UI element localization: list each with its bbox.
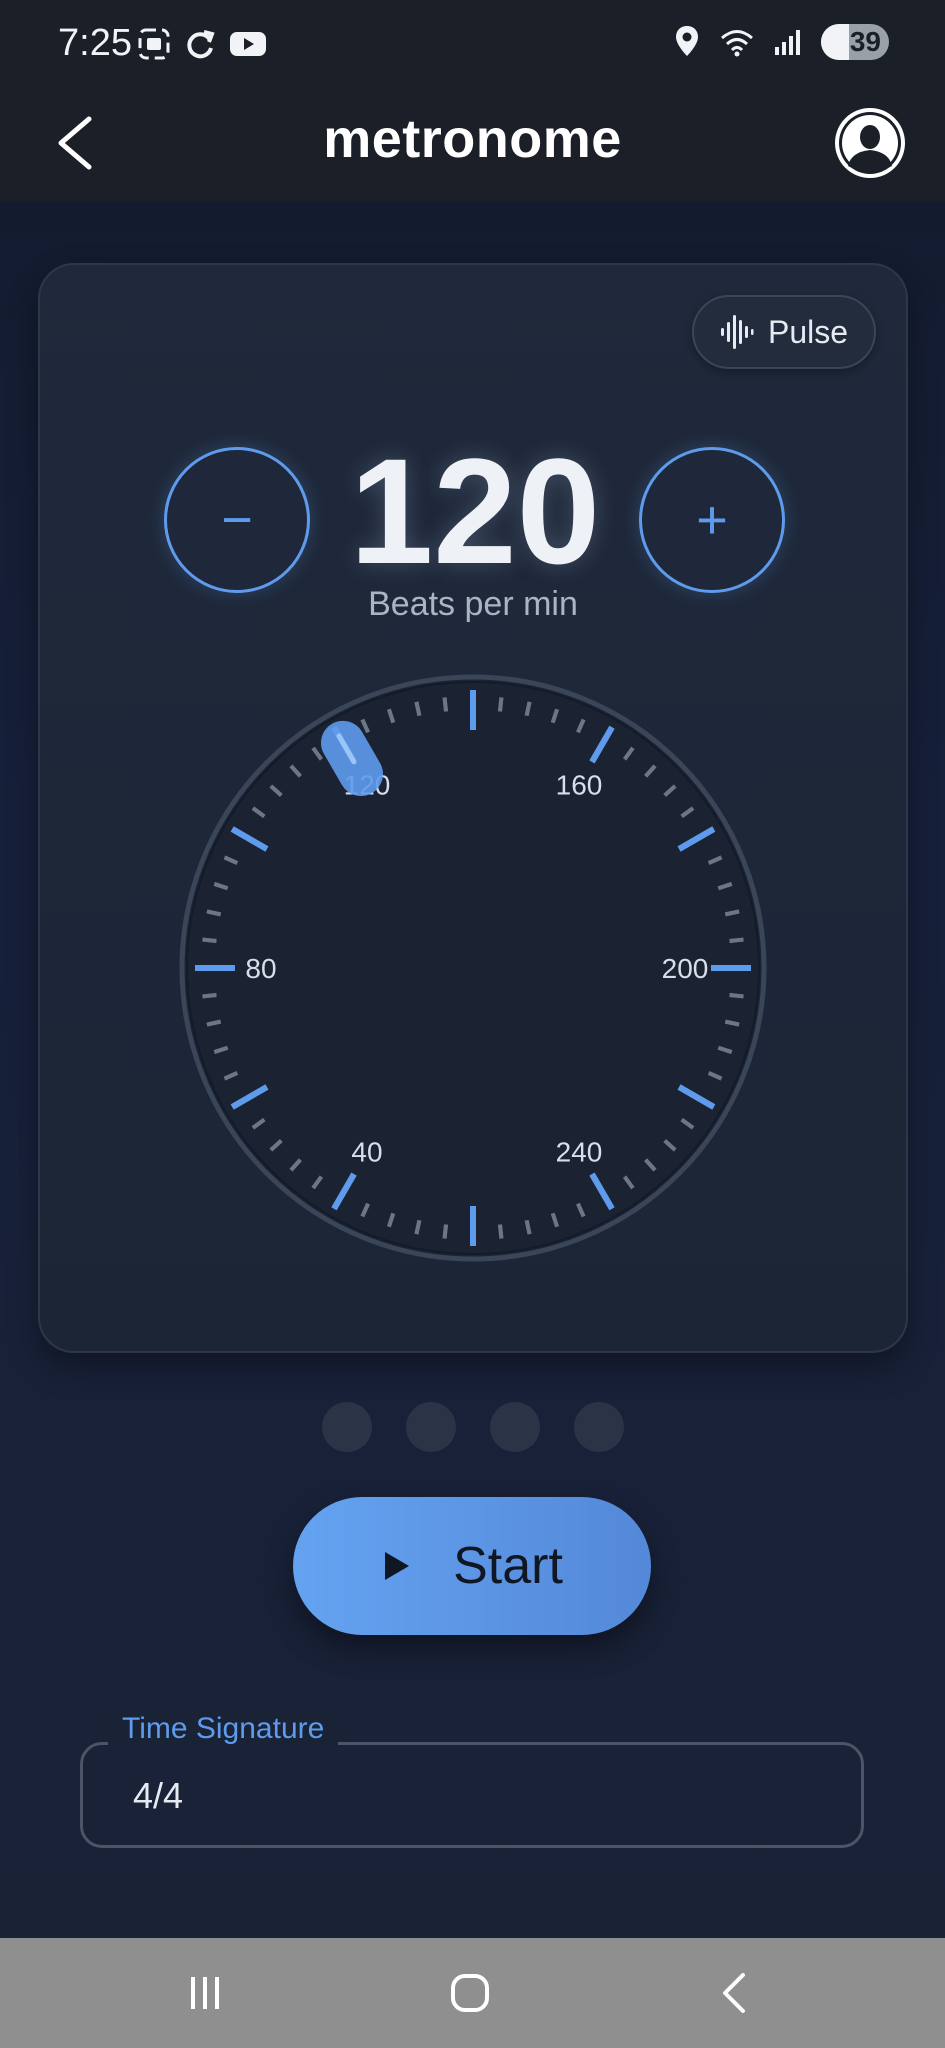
status-left-icons [136, 26, 268, 62]
minus-icon: − [221, 490, 253, 550]
plus-icon: + [696, 490, 728, 550]
dial-minor-tick [729, 992, 744, 999]
bpm-value: 120 [349, 427, 601, 595]
youtube-icon [230, 32, 266, 56]
increase-bpm-button[interactable]: + [639, 447, 785, 593]
dial-minor-tick [206, 909, 222, 917]
start-button[interactable]: Start [293, 1497, 651, 1635]
dial-minor-tick [524, 701, 532, 717]
bpm-label: Beats per min [368, 585, 578, 623]
dial-minor-tick [442, 697, 449, 712]
sync-icon [187, 30, 215, 59]
time-signature-value: 4/4 [133, 1775, 184, 1816]
beat-indicator [0, 1402, 945, 1452]
dial-minor-tick [724, 909, 740, 917]
time-signature-label: Time Signature [108, 1712, 339, 1746]
dial-label: 40 [351, 1137, 382, 1168]
dial-label: 160 [556, 769, 603, 800]
profile-icon [835, 108, 905, 178]
dial-minor-tick [497, 697, 504, 712]
status-right-icons: 39 [673, 24, 889, 60]
app-header: metronome [0, 86, 945, 202]
dial-minor-tick [206, 1019, 222, 1027]
signal-icon [775, 30, 800, 55]
dial-minor-tick [414, 1219, 422, 1235]
location-icon [676, 26, 698, 56]
recents-icon [191, 1977, 219, 2009]
back-icon [723, 1973, 745, 2013]
dial-minor-tick [442, 1224, 449, 1239]
dial-label: 80 [245, 953, 276, 984]
time-signature-select[interactable]: 4/4 [80, 1742, 864, 1848]
screenshot-icon [138, 28, 170, 60]
play-icon [385, 1552, 410, 1580]
profile-button[interactable] [831, 104, 909, 182]
beat-dot [321, 1402, 372, 1452]
dial-label: 240 [556, 1137, 603, 1168]
dial-minor-tick [414, 701, 422, 717]
system-nav-bar [0, 1938, 945, 2048]
tempo-dial[interactable]: 4080120160200240 [178, 673, 768, 1263]
dial-card: Pulse − 120 + Beats per min 408012016020… [38, 263, 908, 1353]
beat-dot [489, 1402, 540, 1452]
dial-minor-tick [202, 937, 217, 944]
waveform-icon [720, 315, 754, 349]
pulse-button[interactable]: Pulse [692, 295, 876, 369]
dial-label: 200 [662, 953, 709, 984]
page-title: metronome [323, 109, 622, 169]
nav-back-button[interactable] [705, 1968, 765, 2018]
tempo-dial-svg[interactable]: 4080120160200240 [178, 673, 768, 1263]
beat-dot [573, 1402, 624, 1452]
dial-minor-tick [729, 937, 744, 944]
dial-minor-tick [497, 1224, 504, 1239]
decrease-bpm-button[interactable]: − [164, 447, 310, 593]
start-label: Start [453, 1537, 563, 1595]
battery-level: 39 [849, 26, 881, 57]
dial-minor-tick [724, 1019, 740, 1027]
battery-icon: 39 [821, 24, 889, 60]
wifi-icon [721, 30, 753, 57]
recents-button[interactable] [175, 1968, 235, 2018]
status-time: 7:25 [58, 22, 132, 64]
pulse-label: Pulse [767, 313, 849, 350]
beat-dot [405, 1402, 456, 1452]
status-bar: 7:25 39 [0, 0, 945, 86]
home-button[interactable] [440, 1968, 500, 2018]
dial-minor-tick [524, 1219, 532, 1235]
dial-minor-tick [202, 992, 217, 999]
home-icon [451, 1974, 489, 2012]
